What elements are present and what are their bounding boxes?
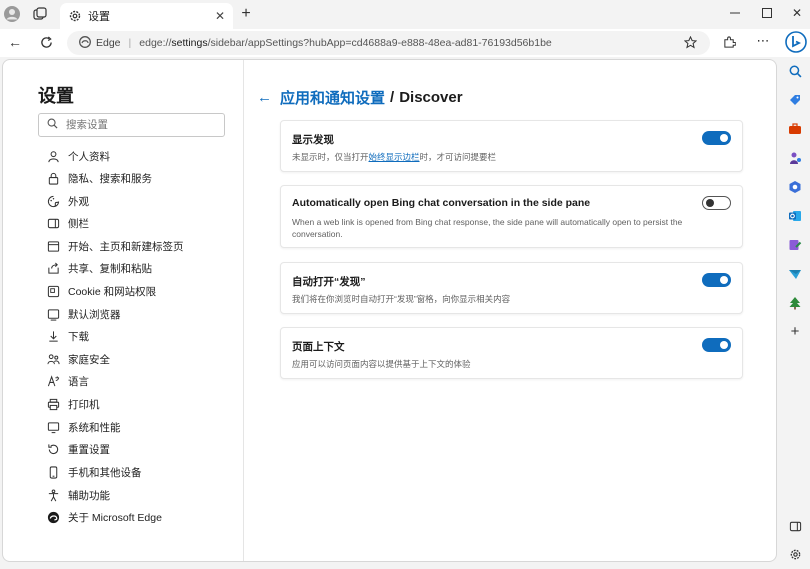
nav-item-cookies[interactable]: Cookie 和网站权限 xyxy=(46,281,156,301)
nav-item-sidebar[interactable]: 侧栏 xyxy=(46,213,89,233)
nav-item-start-home[interactable]: 开始、主页和新建标签页 xyxy=(46,236,184,256)
toolbar: ← Edge | edge://settings/sidebar/appSett… xyxy=(0,29,810,57)
outlook-icon[interactable] xyxy=(787,208,803,224)
phone-icon xyxy=(46,465,60,479)
back-icon[interactable]: ← xyxy=(7,34,23,50)
search-input[interactable] xyxy=(66,119,216,131)
tools-briefcase-icon[interactable] xyxy=(787,121,803,137)
nav-item-downloads[interactable]: 下载 xyxy=(46,326,89,346)
profile-icon xyxy=(46,149,60,163)
nav-item-printers[interactable]: 打印机 xyxy=(46,394,100,414)
browser-icon xyxy=(46,307,60,321)
tab-close-icon[interactable]: ✕ xyxy=(215,9,225,23)
tab-title: 设置 xyxy=(88,11,110,23)
nav-item-system[interactable]: 系统和性能 xyxy=(46,417,121,437)
nav-item-profile[interactable]: 个人资料 xyxy=(46,146,110,166)
edge-logo-icon xyxy=(79,35,91,51)
setting-card-auto-open-bing-chat: Automatically open Bing chat conversatio… xyxy=(280,185,743,248)
page-heading: ← 应用和通知设置 / Discover xyxy=(257,87,463,108)
close-window-icon[interactable]: ✕ xyxy=(790,5,804,21)
new-tab-icon[interactable]: + xyxy=(238,5,254,23)
nav-item-phone[interactable]: 手机和其他设备 xyxy=(46,462,142,482)
edge-sidebar: + xyxy=(778,29,810,569)
toggle-auto-open-bing-chat[interactable] xyxy=(702,196,731,210)
address-bar[interactable]: Edge | edge://settings/sidebar/appSettin… xyxy=(67,31,710,55)
search-box[interactable] xyxy=(38,113,225,137)
workspaces-icon[interactable] xyxy=(32,6,48,22)
extensions-icon[interactable] xyxy=(722,35,736,49)
home-icon xyxy=(46,239,60,253)
toggle-show-discover[interactable] xyxy=(702,131,731,145)
nav-item-privacy[interactable]: 隐私、搜索和服务 xyxy=(46,168,152,188)
reset-icon xyxy=(46,442,60,456)
download-icon xyxy=(46,329,60,343)
discover-settings-panel: ← 应用和通知设置 / Discover 显示发现 未显示时，仅当打开始终显示边… xyxy=(244,60,776,561)
system-icon xyxy=(46,420,60,434)
appearance-icon xyxy=(46,194,60,208)
address-url: edge://settings/sidebar/appSettings?hubA… xyxy=(139,37,552,49)
nav-item-language[interactable]: 语言 xyxy=(46,371,89,391)
nav-item-appearance[interactable]: 外观 xyxy=(46,191,89,211)
toggle-page-context[interactable] xyxy=(702,338,731,352)
maximize-icon[interactable] xyxy=(760,5,774,21)
minimize-icon[interactable] xyxy=(728,5,742,21)
hide-sidebar-icon[interactable] xyxy=(787,518,803,534)
more-menu-icon[interactable]: ⋯ xyxy=(756,33,770,49)
breadcrumb-separator: / xyxy=(390,89,395,106)
search-icon[interactable] xyxy=(787,63,803,79)
family-icon xyxy=(46,352,60,366)
nav-item-about[interactable]: 关于 Microsoft Edge xyxy=(46,507,162,527)
nav-item-default-browser[interactable]: 默认浏览器 xyxy=(46,304,121,324)
sidebar-icon xyxy=(46,216,60,230)
lock-icon xyxy=(46,171,60,185)
favorite-star-icon[interactable] xyxy=(683,35,697,49)
profile-avatar-icon[interactable] xyxy=(4,6,20,22)
breadcrumb-parent[interactable]: 应用和通知设置 xyxy=(280,87,385,108)
tab-settings[interactable]: 设置 ✕ xyxy=(60,3,233,29)
refresh-icon[interactable] xyxy=(38,34,54,50)
settings-nav: 设置 个人资料 隐私、搜索和服务 外观 侧栏 开始、主页和新建标签页 xyxy=(3,60,244,561)
setting-card-show-discover: 显示发现 未显示时，仅当打开始终显示边栏时，才可访问提要栏 xyxy=(280,120,743,172)
accessibility-icon xyxy=(46,488,60,502)
nav-item-accessibility[interactable]: 辅助功能 xyxy=(46,485,110,505)
nav-item-family[interactable]: 家庭安全 xyxy=(46,349,110,369)
breadcrumb-current: Discover xyxy=(399,89,463,106)
address-origin-label: Edge xyxy=(96,37,121,49)
search-icon xyxy=(47,118,58,132)
toggle-auto-open-discover[interactable] xyxy=(702,273,731,287)
setting-title: 自动打开“发现” xyxy=(292,276,366,288)
address-separator: | xyxy=(128,37,132,49)
title-bar: 设置 ✕ + ✕ xyxy=(0,0,810,29)
tree-icon[interactable] xyxy=(787,295,803,311)
nav-item-share[interactable]: 共享、复制和粘贴 xyxy=(46,258,152,278)
setting-title: Automatically open Bing chat conversatio… xyxy=(292,197,591,209)
edge-icon xyxy=(46,510,60,524)
send-icon[interactable] xyxy=(787,266,803,282)
setting-title: 页面上下文 xyxy=(292,341,345,353)
setting-description: 未显示时，仅当打开始终显示边栏时，才可访问提要栏 xyxy=(292,152,497,162)
sidebar-settings-gear-icon[interactable] xyxy=(787,546,803,562)
printer-icon xyxy=(46,397,60,411)
nav-title: 设置 xyxy=(38,86,74,106)
share-icon xyxy=(46,261,60,275)
settings-page: 设置 个人资料 隐私、搜索和服务 外观 侧栏 开始、主页和新建标签页 xyxy=(2,59,777,562)
back-arrow-icon[interactable]: ← xyxy=(257,89,272,106)
setting-description: 我们将在你浏览时自动打开“发现”窗格，向你显示相关内容 xyxy=(292,294,511,304)
setting-card-page-context: 页面上下文 应用可以访问页面内容以提供基于上下文的体验 xyxy=(280,327,743,379)
drop-icon[interactable] xyxy=(787,237,803,253)
setting-title: 显示发现 xyxy=(292,134,334,146)
cookie-icon xyxy=(46,284,60,298)
setting-card-auto-open-discover: 自动打开“发现” 我们将在你浏览时自动打开“发现”窗格，向你显示相关内容 xyxy=(280,262,743,314)
add-sidebar-app-icon[interactable]: + xyxy=(787,323,803,340)
language-icon xyxy=(46,374,60,388)
always-show-sidebar-link[interactable]: 始终显示边栏 xyxy=(369,152,420,162)
shopping-tag-icon[interactable] xyxy=(787,92,803,108)
nav-item-reset[interactable]: 重置设置 xyxy=(46,439,110,459)
gear-icon xyxy=(68,9,82,23)
microsoft-365-icon[interactable] xyxy=(787,179,803,195)
setting-description: When a web link is opened from Bing chat… xyxy=(292,217,683,239)
setting-description: 应用可以访问页面内容以提供基于上下文的体验 xyxy=(292,359,471,369)
games-icon[interactable] xyxy=(787,150,803,166)
